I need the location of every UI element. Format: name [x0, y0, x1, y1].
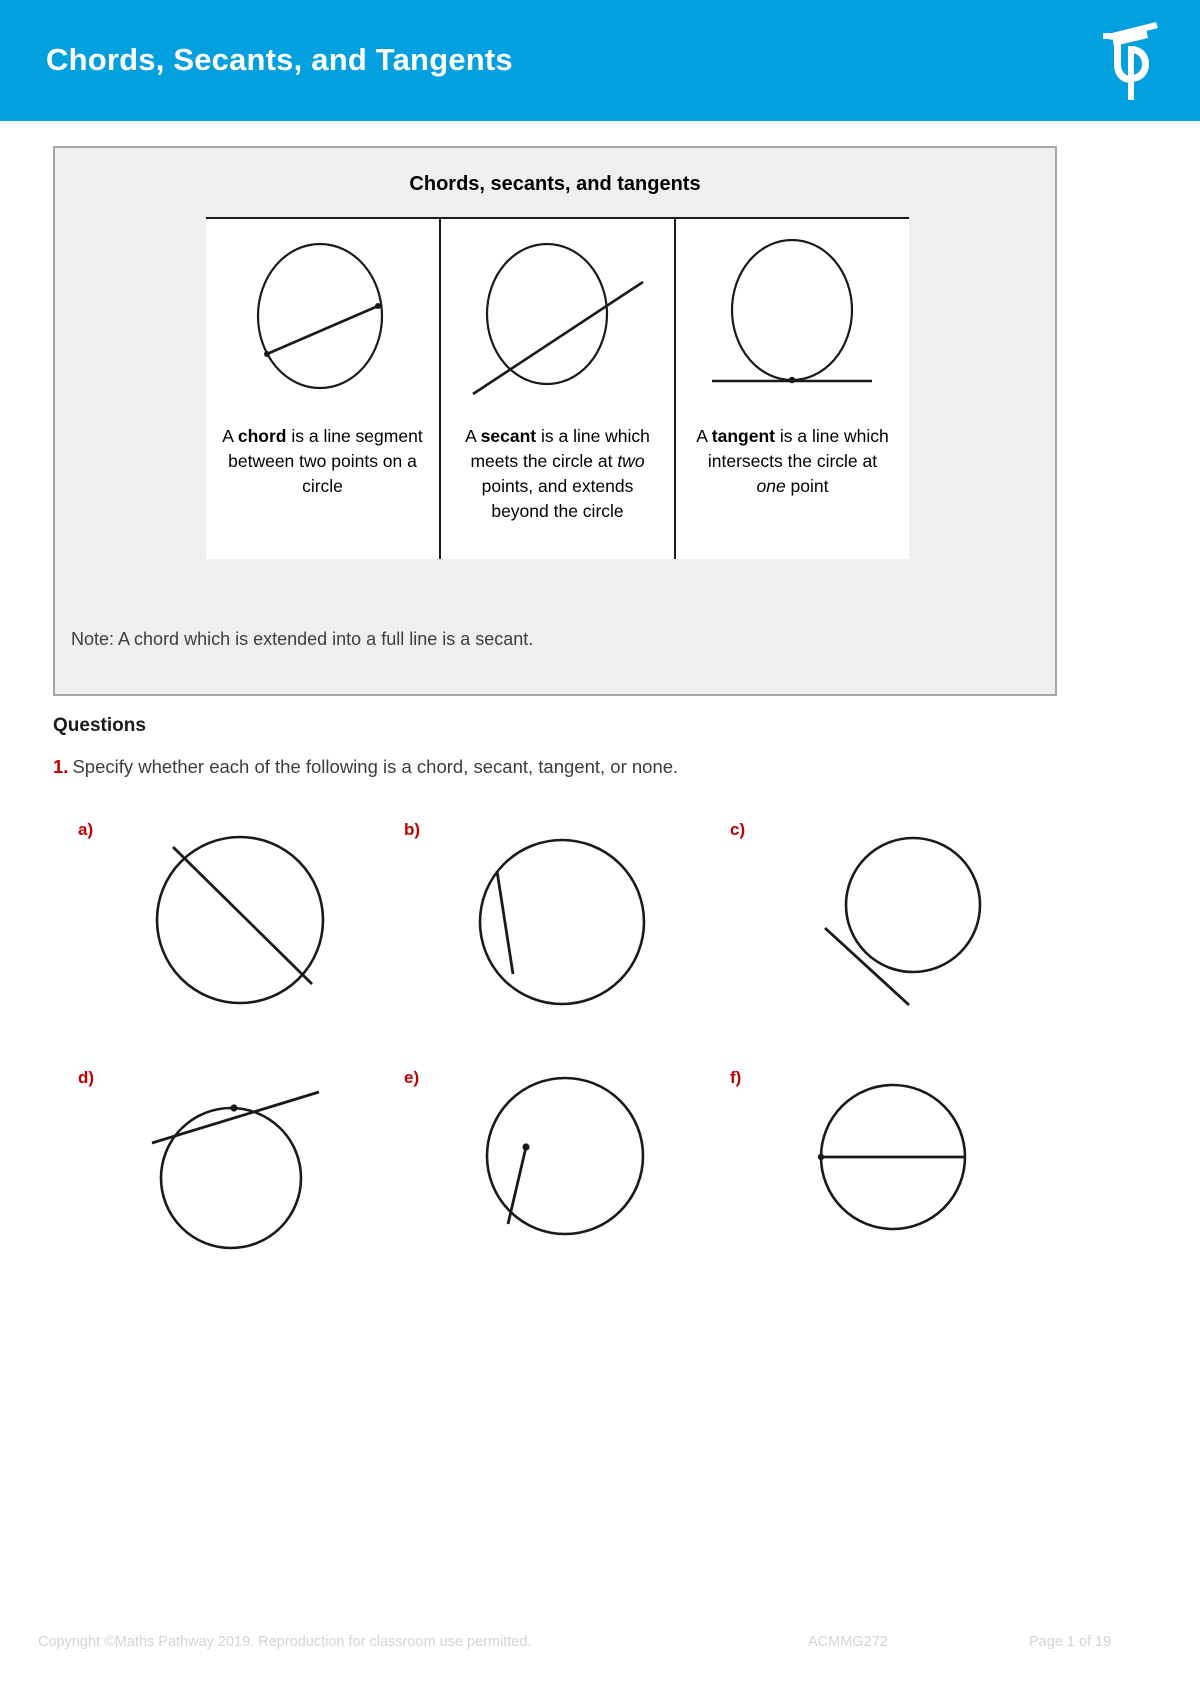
secant-definition-text: A secant is a line which meets the circl… [465, 426, 650, 521]
definitions-table: A chord is a line segment between two po… [206, 217, 909, 559]
diagram-figure-e [439, 1058, 689, 1273]
page-footer: Copyright ©Maths Pathway 2019. Reproduct… [0, 1634, 1200, 1664]
diagram-label-c: c) [730, 820, 746, 839]
diagram-cell-e: e) [379, 1058, 705, 1306]
footer-page-number: Page 1 of 19 [1029, 1634, 1112, 1650]
question-1-number: 1. [53, 756, 69, 777]
chord-definition-text: A chord is a line segment between two po… [222, 426, 423, 496]
diagram-label-f: f) [730, 1068, 742, 1087]
question-1: 1. Specify whether each of the following … [53, 756, 1013, 778]
diagram-cell-c: c) [705, 810, 1031, 1058]
diagram-figure-d [113, 1058, 363, 1273]
footer-copyright: Copyright ©Maths Pathway 2019. Reproduct… [38, 1634, 532, 1650]
diagram-cell-f: f) [705, 1058, 1031, 1306]
diagram-cell-a: a) [53, 810, 379, 1058]
page-header: Chords, Secants, and Tangents [0, 0, 1200, 121]
footer-curriculum-code: ACMMG272 [808, 1634, 888, 1650]
info-box-note: Note: A chord which is extended into a f… [71, 629, 534, 649]
questions-heading: Questions [53, 715, 146, 736]
definition-column-secant: A secant is a line which meets the circl… [439, 219, 674, 559]
question-1-text: Specify whether each of the following is… [72, 756, 679, 777]
definition-info-box: Chords, secants, and tangents A chord is… [53, 146, 1057, 696]
diagram-row-1: a) b) c) [53, 810, 1053, 1058]
maths-pathway-logo [1103, 21, 1158, 100]
question-1-diagram-grid: a) b) c) d) e) f) [53, 810, 1053, 1306]
diagram-figure-f [765, 1058, 1015, 1273]
diagram-label-a: a) [78, 820, 94, 839]
secant-diagram [465, 219, 650, 424]
diagram-label-b: b) [404, 820, 421, 839]
diagram-label-e: e) [404, 1068, 420, 1087]
definition-column-chord: A chord is a line segment between two po… [206, 219, 439, 559]
chord-diagram [240, 219, 405, 424]
tangent-diagram [700, 219, 885, 424]
page-title: Chords, Secants, and Tangents [46, 42, 513, 78]
diagram-label-d: d) [78, 1068, 95, 1087]
info-box-title: Chords, secants, and tangents [409, 173, 701, 195]
definition-column-tangent: A tangent is a line which intersects the… [674, 219, 909, 559]
tangent-definition-text: A tangent is a line which intersects the… [696, 426, 889, 496]
diagram-figure-b [439, 810, 689, 1025]
diagram-cell-d: d) [53, 1058, 379, 1306]
diagram-figure-a [113, 810, 363, 1025]
diagram-cell-b: b) [379, 810, 705, 1058]
diagram-row-2: d) e) f) [53, 1058, 1053, 1306]
diagram-figure-c [765, 810, 1015, 1025]
